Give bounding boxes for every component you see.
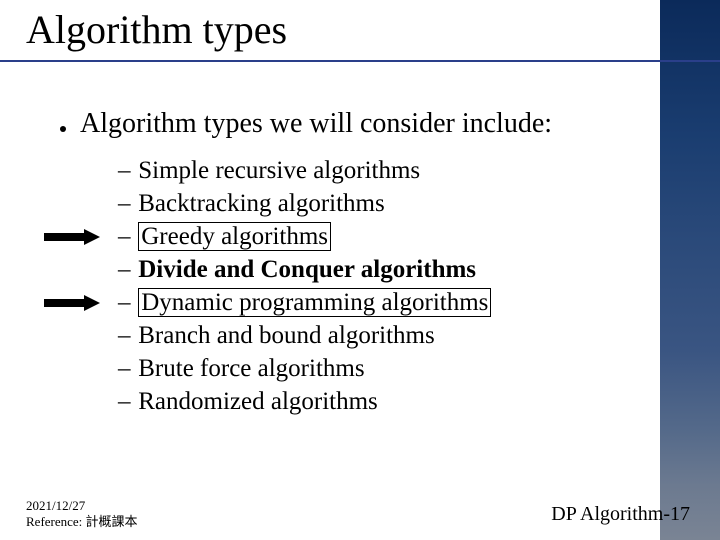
sublist-item: – Divide and Conquer algorithms [118,253,680,286]
sublist-item: – Simple recursive algorithms [118,154,680,187]
sublist-item-text: Divide and Conquer algorithms [138,256,476,283]
sublist-item: – Dynamic programming algorithms [118,286,680,319]
footer: 2021/12/27 Reference: 計概課本 [26,498,138,531]
dash-icon: – [118,154,132,187]
page-number: DP Algorithm-17 [551,503,690,526]
slide-body: Algorithm types we will consider include… [60,108,680,418]
sublist-item: – Brute force algorithms [118,352,680,385]
sublist-item: – Randomized algorithms [118,385,680,418]
sublist-item: – Branch and bound algorithms [118,319,680,352]
dash-icon: – [118,319,132,352]
sublist-item-text: Simple recursive algorithms [138,157,420,184]
sublist-item-text: Greedy algorithms [138,222,331,251]
footer-date: 2021/12/27 [26,498,138,514]
title-underline [0,60,720,62]
slide-title: Algorithm types [26,6,287,53]
dash-icon: – [118,385,132,418]
dash-icon: – [118,352,132,385]
dash-icon: – [118,253,132,286]
sublist-item: – Greedy algorithms [118,220,680,253]
sublist: – Simple recursive algorithms– Backtrack… [118,154,680,418]
arrow-right-icon [44,295,102,311]
bullet-dot-icon [60,126,66,132]
sublist-item: – Backtracking algorithms [118,187,680,220]
arrow-right-icon [44,229,102,245]
sublist-item-text: Randomized algorithms [138,388,378,415]
bullet-text: Algorithm types we will consider include… [80,108,552,140]
dash-icon: – [118,187,132,220]
sublist-item-text: Brute force algorithms [138,355,364,382]
sublist-item-text: Dynamic programming algorithms [138,288,491,317]
bullet-level1: Algorithm types we will consider include… [60,108,680,140]
sublist-item-text: Branch and bound algorithms [138,322,434,349]
sublist-item-text: Backtracking algorithms [138,190,384,217]
footer-reference: Reference: 計概課本 [26,514,138,530]
dash-icon: – [118,220,132,253]
dash-icon: – [118,286,132,319]
